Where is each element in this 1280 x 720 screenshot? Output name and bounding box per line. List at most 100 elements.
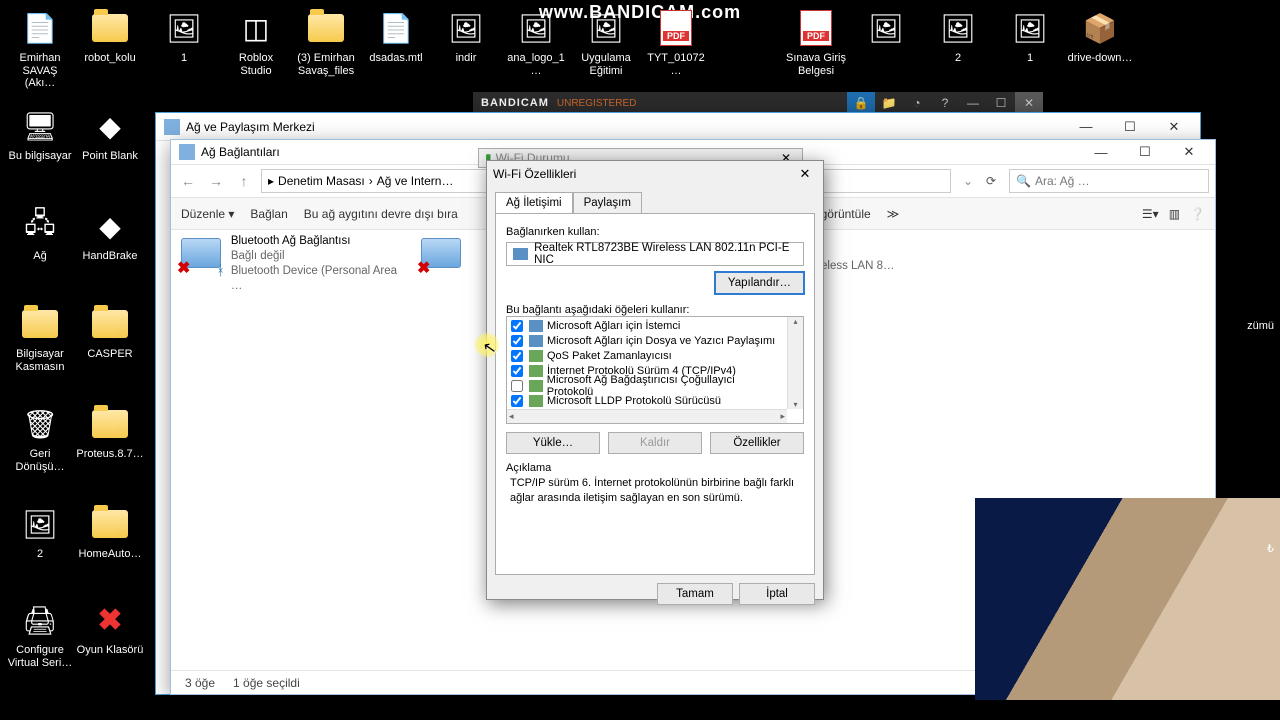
connection-item-bluetooth[interactable]: ✖ᚼ Bluetooth Ağ Bağlantısı Bağlı değil B… [181, 234, 411, 294]
desktop-icon[interactable]: 🖧Ağ [6, 206, 74, 263]
desktop-icon[interactable]: PDFTYT_01072… [642, 8, 710, 77]
folder-icon[interactable]: 📁 [875, 92, 903, 114]
pdf-icon: PDF [796, 8, 836, 48]
more-button[interactable]: ≫ [887, 207, 900, 221]
breadcrumb-item[interactable]: Ağ ve Intern… [377, 174, 454, 188]
configure-button[interactable]: Yapılandır… [715, 272, 804, 294]
desktop-icon-label: HandBrake [76, 250, 144, 263]
titlebar[interactable]: Ağ ve Paylaşım Merkezi — ☐ ✕ [156, 113, 1200, 141]
desktop-icon[interactable]: (3) Emirhan Savaş_files [292, 8, 360, 77]
desktop-icon-label: dsadas.mtl [362, 52, 430, 65]
webcam-overlay [975, 498, 1280, 700]
help-icon[interactable]: ❔ [1190, 207, 1205, 221]
folder-icon [306, 8, 346, 48]
connection-device: eless LAN 8… [821, 260, 895, 272]
img-icon: 🖼 [1010, 8, 1050, 48]
desktop-icon[interactable]: 🖼 [852, 8, 920, 52]
desktop-icon[interactable]: 🖼Uygulama Eğitimi [572, 8, 640, 77]
desktop-icon[interactable]: Proteus.8.7… [76, 404, 144, 461]
close-button[interactable]: ✕ [1152, 114, 1196, 140]
breadcrumb-item[interactable]: Denetim Masası [278, 174, 365, 188]
protocol-checkbox[interactable] [511, 365, 523, 377]
protocol-checkbox[interactable] [511, 335, 523, 347]
doc-icon: 📄 [376, 8, 416, 48]
disable-button[interactable]: Bu ağ aygıtını devre dışı bıra [304, 207, 458, 221]
img-icon: 🖼 [516, 8, 556, 48]
desktop-icon-label: Configure Virtual Seri… [6, 644, 74, 669]
clock-icon[interactable]: ◔ [903, 92, 931, 114]
lock-icon[interactable]: 🔒 [847, 92, 875, 114]
desktop-icon[interactable]: robot_kolu [76, 8, 144, 65]
desktop-icon[interactable]: 🖼2 [924, 8, 992, 65]
connection-device: Bluetooth Device (Personal Area … [231, 264, 411, 294]
desktop-icon[interactable]: ✖Oyun Klasörü [76, 600, 144, 657]
desktop-icon[interactable]: CASPER [76, 304, 144, 361]
minimize-icon[interactable]: — [959, 92, 987, 114]
desktop-icon[interactable]: Bilgisayar Kasmasın [6, 304, 74, 373]
desktop-icon[interactable]: 🗑Geri Dönüşü… [6, 404, 74, 473]
desktop-icon[interactable]: ◫Roblox Studio [222, 8, 290, 77]
desktop-icon[interactable]: 🖨Configure Virtual Seri… [6, 600, 74, 669]
bin-icon: 🗑 [20, 404, 60, 444]
protocol-item[interactable]: QoS Paket Zamanlayıcısı [509, 348, 785, 363]
scrollbar-vertical[interactable]: ▴▾ [787, 317, 803, 409]
desktop-icon[interactable]: 📄Emirhan SAVAŞ (Akı… [6, 8, 74, 90]
maximize-button[interactable]: ☐ [1108, 114, 1152, 140]
refresh-button[interactable]: ⟳ [979, 169, 1003, 193]
desktop-icon[interactable]: 🖥Bu bilgisayar [6, 106, 74, 163]
protocol-checkbox[interactable] [511, 350, 523, 362]
desktop-icon[interactable]: 🖼1 [996, 8, 1064, 65]
back-button[interactable]: ← [177, 170, 199, 192]
protocol-checkbox[interactable] [511, 395, 523, 407]
ok-button[interactable]: Tamam [657, 583, 733, 605]
cancel-button[interactable]: İptal [739, 583, 815, 605]
tab-networking[interactable]: Ağ İletişimi [495, 192, 573, 214]
desktop-icon[interactable]: ◆HandBrake [76, 206, 144, 263]
close-button[interactable]: ✕ [793, 164, 817, 184]
protocol-item[interactable]: Microsoft Ağ Bağdaştırıcısı Çoğullayıcı … [509, 378, 785, 393]
desktop-icon[interactable]: HomeAuto… [76, 504, 144, 561]
close-icon[interactable]: ✕ [1015, 92, 1043, 114]
connect-button[interactable]: Bağlan [250, 207, 287, 221]
desktop-icon[interactable]: 🖼2 [6, 504, 74, 561]
install-button[interactable]: Yükle… [506, 432, 600, 454]
properties-button[interactable]: Özellikler [710, 432, 804, 454]
protocol-list[interactable]: Microsoft Ağları için İstemciMicrosoft A… [506, 316, 804, 424]
maximize-icon[interactable]: ☐ [987, 92, 1015, 114]
desktop-icon[interactable]: 📦drive-down… [1066, 8, 1134, 65]
minimize-button[interactable]: — [1064, 114, 1108, 140]
desktop-icon[interactable]: PDFSınava Giriş Belgesi [782, 8, 850, 77]
scrollbar-horizontal[interactable]: ◂▸ [507, 409, 787, 423]
help-icon[interactable]: ? [931, 92, 959, 114]
protocol-item[interactable]: Microsoft Ağları için İstemci [509, 318, 785, 333]
desktop-icon-label: 2 [6, 548, 74, 561]
desktop-icon[interactable]: 🖼indir [432, 8, 500, 65]
cube-icon: ◫ [236, 8, 276, 48]
view-menu-icon[interactable]: ☰▾ [1142, 207, 1159, 221]
forward-button[interactable]: → [205, 170, 227, 192]
desktop-icon-label: Emirhan SAVAŞ (Akı… [6, 52, 74, 90]
close-button[interactable]: ✕ [1167, 139, 1211, 165]
desktop-icon-label: Oyun Klasörü [76, 644, 144, 657]
protocol-item[interactable]: Microsoft Ağları için Dosya ve Yazıcı Pa… [509, 333, 785, 348]
desktop-icon-label: Ağ [6, 250, 74, 263]
desktop-icon-label: 1 [996, 52, 1064, 65]
tab-sharing[interactable]: Paylaşım [573, 192, 642, 214]
description-box: Açıklama TCP/IP sürüm 6. İnternet protok… [506, 462, 804, 506]
protocol-checkbox[interactable] [511, 320, 523, 332]
dialog-titlebar[interactable]: Wi-Fi Özellikleri ✕ [487, 161, 823, 187]
protocol-checkbox[interactable] [511, 380, 523, 392]
details-pane-icon[interactable]: ▥ [1169, 207, 1180, 221]
maximize-button[interactable]: ☐ [1123, 139, 1167, 165]
minimize-button[interactable]: — [1079, 139, 1123, 165]
desktop-icon[interactable]: 📄 dsadas.mtl [362, 8, 430, 65]
search-input[interactable]: 🔍 Ara: Ağ … [1009, 169, 1209, 193]
organize-menu[interactable]: Düzenle ▾ [181, 207, 234, 221]
bandicam-unregistered: UNREGISTERED [557, 98, 636, 109]
desktop-icon[interactable]: ◆Point Blank [76, 106, 144, 163]
desktop-icon[interactable]: 🖼ana_logo_1… [502, 8, 570, 77]
adapter-icon: ✖ᚼ [181, 234, 223, 276]
desktop-icon[interactable]: 🖼1 [150, 8, 218, 65]
up-button[interactable]: ↑ [233, 170, 255, 192]
desktop-icon-label: Proteus.8.7… [76, 448, 144, 461]
